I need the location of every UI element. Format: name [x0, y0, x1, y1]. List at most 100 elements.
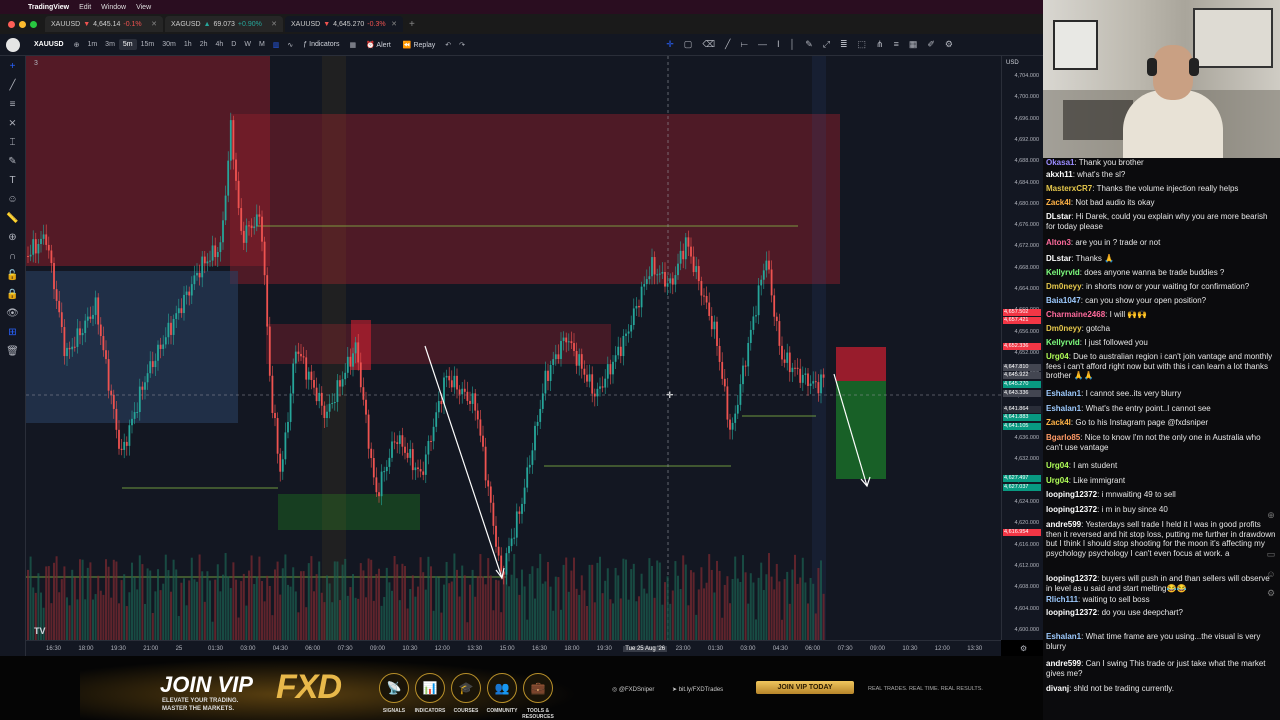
trendline-icon[interactable]: ╱ [9, 79, 15, 92]
chat-username[interactable]: Alton3 [1046, 238, 1071, 247]
path-tool-icon[interactable]: ⤢ [823, 39, 830, 50]
menubar-item-window[interactable]: Window [101, 4, 126, 11]
horizontal-ray-icon[interactable]: ⟝ [740, 39, 747, 50]
settings-gear-icon[interactable]: ⚙ [1020, 644, 1027, 653]
emoji-icon[interactable]: ☺ [1266, 569, 1275, 579]
chat-username[interactable]: Charmaine2468 [1046, 310, 1105, 319]
chat-username[interactable]: Baia1047 [1046, 296, 1081, 305]
gann-icon[interactable]: ≡ [894, 39, 899, 50]
zoom-in-icon[interactable]: ⊕ [8, 231, 16, 244]
close-window-button[interactable] [8, 20, 15, 28]
tf-w[interactable]: W [240, 39, 255, 50]
rectangle-tool-icon[interactable]: ▢ [684, 39, 693, 50]
callout-tool-icon[interactable]: ⬚ [858, 39, 867, 50]
chat-username[interactable]: andre599 [1046, 659, 1081, 668]
chat-username[interactable]: Eshalan1 [1046, 389, 1081, 398]
crosshair-tool-icon[interactable]: ✛ [666, 39, 674, 50]
chat-username[interactable]: Dm0neyy [1046, 324, 1082, 333]
chat-username[interactable]: Okasa1 [1046, 158, 1074, 167]
chat-username[interactable]: andre599 [1046, 520, 1081, 529]
chat-username[interactable]: Kellyrvld [1046, 338, 1080, 347]
fib-tool-icon[interactable]: ≣ [840, 39, 848, 50]
cross-cursor-icon[interactable]: + [10, 60, 16, 73]
tab-xauusd-2[interactable]: XAUUSD ▼ 4,645.270 -0.3% ✕ [285, 16, 403, 32]
tab-xagusd[interactable]: XAGUSD ▲ 69.073 +0.90% ✕ [165, 16, 283, 32]
settings-gear-icon[interactable]: ⚙ [945, 39, 953, 50]
chat-username[interactable]: akxh11 [1046, 170, 1073, 179]
lock-icon[interactable]: 🔒 [6, 288, 18, 301]
currency-label[interactable]: USD [1006, 60, 1019, 66]
tf-30m[interactable]: 30m [158, 39, 180, 50]
tf-15m[interactable]: 15m [137, 39, 159, 50]
price-axis[interactable]: 4,704.000 4,700.000 4,696.000 4,692.000 4,68… [1001, 56, 1043, 640]
replay-button[interactable]: ⏪ Replay [397, 39, 441, 51]
menubar-item-edit[interactable]: Edit [79, 4, 91, 11]
tab-xauusd-1[interactable]: XAUUSD ▼ 4,645.14 -0.1% ✕ [45, 16, 163, 32]
supply-zone[interactable] [230, 114, 840, 284]
avatar[interactable] [6, 38, 20, 52]
brush-tool-icon[interactable]: ✎ [805, 39, 813, 50]
vertical-line-icon[interactable]: │ [790, 39, 796, 50]
chart-type-icon[interactable]: ∿ [283, 39, 297, 51]
dash-icon[interactable]: − [1268, 530, 1273, 540]
zoom-window-button[interactable] [30, 20, 37, 28]
compare-plus-icon[interactable]: ⊕ [70, 39, 84, 51]
chat-bubble-icon[interactable]: ▭ [1267, 549, 1276, 560]
chat-username[interactable]: Urg04 [1046, 476, 1069, 485]
settings-gear-icon[interactable]: ⚙ [1267, 588, 1275, 599]
chat-username[interactable]: Dm0neyy [1046, 282, 1082, 291]
fib-retracement-icon[interactable]: ≡ [10, 98, 16, 111]
trash-icon[interactable]: 🗑 [6, 345, 19, 358]
symbol-search-button[interactable]: XAUUSD [34, 41, 64, 48]
chat-username[interactable]: Bgarlo85 [1046, 433, 1080, 442]
projection-icon[interactable]: ⌶ [10, 136, 16, 149]
tf-m[interactable]: M [255, 39, 269, 50]
chat-username[interactable]: Urg04 [1046, 461, 1069, 470]
demand-zone[interactable] [278, 494, 420, 530]
chat-username[interactable]: looping12372 [1046, 505, 1097, 514]
crosshair-icon[interactable]: ⊕ [1267, 510, 1275, 521]
ruler-icon[interactable]: 📏 [6, 212, 18, 225]
magnet-icon[interactable]: ∩ [9, 250, 16, 263]
alert-button[interactable]: ⏰ Alert [360, 39, 397, 51]
join-vip-today-button[interactable]: JOIN VIP TODAY [756, 681, 854, 694]
chat-username[interactable]: looping12372 [1046, 608, 1097, 617]
indicators-button[interactable]: ƒ Indicators [297, 39, 345, 50]
brush-icon[interactable]: ✎ [8, 155, 16, 168]
highlighter-icon[interactable]: ✐ [927, 39, 935, 50]
chat-username[interactable]: MasterxCR7 [1046, 184, 1092, 193]
object-tree-icon[interactable]: ⊞ [8, 326, 16, 339]
candles-icon[interactable]: ▥ [269, 39, 284, 51]
chat-username[interactable]: looping12372 [1046, 574, 1097, 583]
menubar-item-view[interactable]: View [136, 4, 151, 11]
pitchfork-icon[interactable]: ⋔ [876, 39, 884, 50]
minimize-window-button[interactable] [19, 20, 26, 28]
chat-username[interactable]: Eshalan1 [1046, 632, 1081, 641]
chat-username[interactable]: Eshalan1 [1046, 404, 1081, 413]
new-tab-plus-icon[interactable]: + [409, 19, 415, 30]
demand-zone[interactable] [26, 271, 238, 423]
chat-username[interactable]: divanj [1046, 684, 1069, 693]
menubar-app-name[interactable]: TradingView [28, 4, 69, 11]
close-tab-icon[interactable]: ✕ [271, 20, 277, 28]
tf-4h[interactable]: 4h [211, 39, 227, 50]
tf-d[interactable]: D [227, 39, 240, 50]
eye-icon[interactable]: 👁 [6, 307, 19, 320]
chat-username[interactable]: Rlich111 [1046, 595, 1078, 604]
trendline-tool-icon[interactable]: ╱ [725, 39, 730, 50]
text-tool-icon[interactable]: T [9, 174, 15, 187]
chat-username[interactable]: DLstar [1046, 254, 1071, 263]
tf-5m[interactable]: 5m [118, 39, 137, 50]
tf-1h[interactable]: 1h [180, 39, 196, 50]
tf-3m[interactable]: 3m [101, 39, 119, 50]
close-tab-icon[interactable]: ✕ [391, 20, 397, 28]
price-chart[interactable]: ✛ 3 TV [26, 56, 1001, 640]
grid-tool-icon[interactable]: ▦ [909, 39, 918, 50]
tf-1m[interactable]: 1m [83, 39, 101, 50]
redo-icon[interactable]: ↷ [455, 39, 469, 51]
chat-username[interactable]: looping12372 [1046, 490, 1097, 499]
time-axis[interactable]: 16:30 18:00 19:30 21:00 25 01:30 03:00 04:30 06:… [26, 640, 1027, 656]
pattern-icon[interactable]: ⨯ [8, 117, 16, 130]
tf-2h[interactable]: 2h [196, 39, 212, 50]
chat-username[interactable]: DLstar [1046, 212, 1071, 221]
